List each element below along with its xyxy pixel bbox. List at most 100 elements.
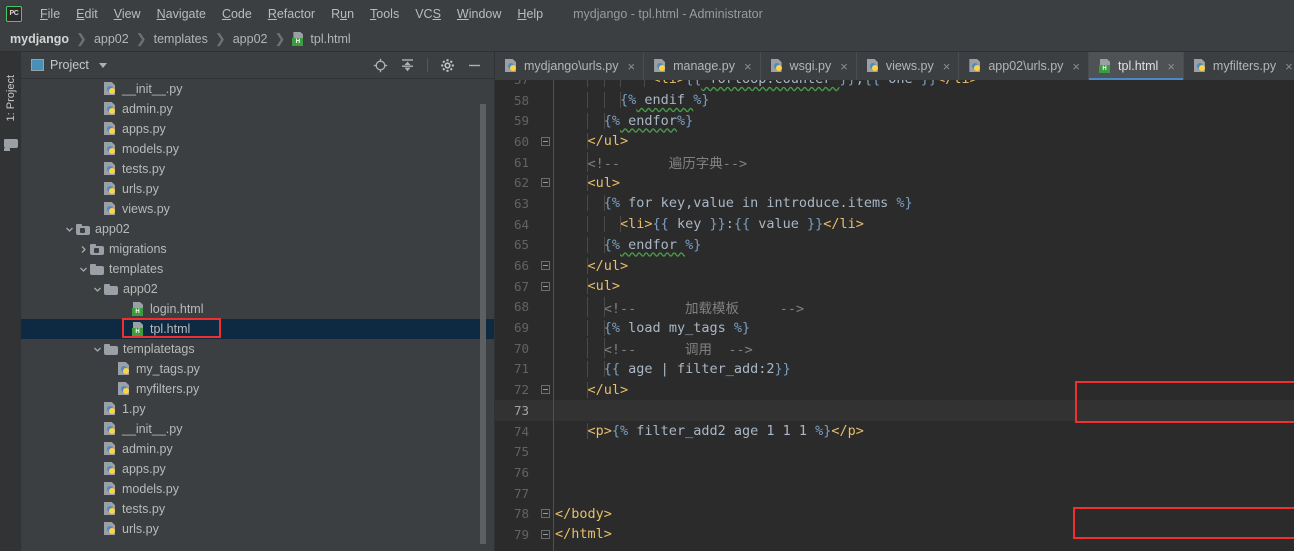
editor-tab-tpl-html[interactable]: Htpl.html ×	[1089, 52, 1184, 80]
breadcrumb-item-app02[interactable]: app02	[94, 32, 129, 46]
tree-item[interactable]: admin.py	[21, 99, 494, 119]
editor-tab-bar[interactable]: mydjango\urls.py × manage.py × wsgi.py × views…	[495, 52, 1294, 80]
chevron-down-icon[interactable]	[98, 62, 107, 68]
fold-gutter[interactable]	[537, 261, 553, 271]
code-line[interactable]: 61 <!-- 遍历字典-->	[495, 152, 1294, 173]
fold-gutter[interactable]	[537, 178, 553, 188]
code-line[interactable]: 70 <!-- 调用 -->	[495, 338, 1294, 359]
fold-end-icon[interactable]	[540, 529, 550, 539]
fold-collapse-icon[interactable]	[540, 178, 550, 188]
editor-tab-app02-urls-py[interactable]: app02\urls.py ×	[959, 52, 1090, 80]
close-icon[interactable]: ×	[1167, 60, 1175, 73]
breadcrumb-item-templates[interactable]: templates	[154, 32, 208, 46]
project-panel-title[interactable]: Project	[31, 58, 107, 72]
fold-gutter[interactable]	[537, 509, 553, 519]
code-line[interactable]: 74 <p>{% filter_add2 age 1 1 1 %}</p>	[495, 421, 1294, 442]
tree-item[interactable]: apps.py	[21, 119, 494, 139]
chevron-down-icon[interactable]	[63, 225, 76, 234]
menu-item-refactor[interactable]: Refactor	[260, 4, 323, 24]
close-icon[interactable]: ×	[628, 60, 636, 73]
fold-end-icon[interactable]	[540, 136, 550, 146]
menu-item-run[interactable]: Run	[323, 4, 362, 24]
close-icon[interactable]: ×	[1285, 60, 1293, 73]
tree-item[interactable]: tests.py	[21, 159, 494, 179]
menu-item-view[interactable]: View	[106, 4, 149, 24]
menu-item-vcs[interactable]: VCS	[407, 4, 449, 24]
tree-item[interactable]: urls.py	[21, 519, 494, 539]
code-line[interactable]: 60 </ul>	[495, 131, 1294, 152]
code-line[interactable]: 65 {% endfor %}	[495, 235, 1294, 256]
fold-end-icon[interactable]	[540, 509, 550, 519]
code-line[interactable]: 59 {% endfor%}	[495, 110, 1294, 131]
tree-item[interactable]: models.py	[21, 139, 494, 159]
tree-item[interactable]: Hlogin.html	[21, 299, 494, 319]
code-line[interactable]: 77	[495, 483, 1294, 504]
tree-item[interactable]: tests.py	[21, 499, 494, 519]
chevron-right-icon[interactable]	[77, 245, 90, 254]
menu-item-file[interactable]: File	[32, 4, 68, 24]
tree-item[interactable]: templatetags	[21, 339, 494, 359]
editor-tab-views-py[interactable]: views.py ×	[857, 52, 960, 80]
chevron-down-icon[interactable]	[91, 345, 104, 354]
tree-item[interactable]: app02	[21, 219, 494, 239]
tree-item[interactable]: templates	[21, 259, 494, 279]
tree-item[interactable]: __init__.py	[21, 79, 494, 99]
menu-item-code[interactable]: Code	[214, 4, 260, 24]
collapse-all-icon[interactable]	[400, 58, 415, 73]
menu-item-tools[interactable]: Tools	[362, 4, 407, 24]
tree-item-selected[interactable]: Htpl.html	[21, 318, 494, 339]
gear-icon[interactable]	[440, 58, 455, 73]
code-line[interactable]: 66 </ul>	[495, 255, 1294, 276]
code-line[interactable]: 75	[495, 441, 1294, 462]
tree-item[interactable]: apps.py	[21, 459, 494, 479]
editor-tab-manage-py[interactable]: manage.py ×	[644, 52, 761, 80]
code-line[interactable]: 63 {% for key,value in introduce.items %…	[495, 193, 1294, 214]
code-line[interactable]: 73	[495, 400, 1294, 421]
code-line[interactable]: 76	[495, 462, 1294, 483]
breadcrumb-item-mydjango[interactable]: mydjango	[10, 32, 69, 46]
tree-item[interactable]: models.py	[21, 479, 494, 499]
scroll-from-source-icon[interactable]	[373, 58, 388, 73]
code-line[interactable]: 69 {% load my_tags %}	[495, 317, 1294, 338]
menu-item-edit[interactable]: Edit	[68, 4, 106, 24]
tree-item[interactable]: views.py	[21, 199, 494, 219]
fold-end-icon[interactable]	[540, 261, 550, 271]
fold-gutter[interactable]	[537, 281, 553, 291]
tree-item[interactable]: myfilters.py	[21, 379, 494, 399]
code-line[interactable]: 71 {{ age | filter_add:2}}	[495, 359, 1294, 380]
code-line[interactable]: 68 <!-- 加载模板 -->	[495, 296, 1294, 318]
fold-gutter[interactable]	[537, 529, 553, 539]
tree-item[interactable]: migrations	[21, 239, 494, 259]
minimize-icon[interactable]	[467, 58, 482, 73]
close-icon[interactable]: ×	[840, 60, 848, 73]
tree-item[interactable]: app02	[21, 279, 494, 299]
code-line[interactable]: 78 </body>	[495, 503, 1294, 524]
menu-item-help[interactable]: Help	[509, 4, 551, 24]
close-icon[interactable]: ×	[744, 60, 752, 73]
fold-gutter[interactable]	[537, 385, 553, 395]
project-tree-scrollbar[interactable]	[480, 104, 486, 544]
tree-item[interactable]: 1.py	[21, 399, 494, 419]
code-editor[interactable]: 57 <li>{{ forloop.counter }},{{ one }}</…	[495, 80, 1294, 551]
menu-item-window[interactable]: Window	[449, 4, 509, 24]
code-line[interactable]: 58 {% endif %}	[495, 90, 1294, 111]
project-tree[interactable]: __init__.py admin.py apps.py models.py tests…	[21, 79, 494, 551]
editor-tab-myfilters-py[interactable]: myfilters.py ×	[1184, 52, 1294, 80]
breadcrumb-file[interactable]: H tpl.html	[292, 32, 351, 46]
chevron-down-icon[interactable]	[77, 265, 90, 274]
fold-collapse-icon[interactable]	[540, 281, 550, 291]
close-icon[interactable]: ×	[943, 60, 951, 73]
breadcrumb-item-app02[interactable]: app02	[233, 32, 268, 46]
code-line[interactable]: 62 <ul>	[495, 172, 1294, 193]
code-line[interactable]: 64 <li>{{ key }}:{{ value }}</li>	[495, 214, 1294, 235]
code-line[interactable]: 57 <li>{{ forloop.counter }},{{ one }}</…	[495, 80, 1294, 90]
tree-item[interactable]: __init__.py	[21, 419, 494, 439]
menu-item-navigate[interactable]: Navigate	[149, 4, 214, 24]
code-line[interactable]: 72 </ul>	[495, 379, 1294, 400]
code-line[interactable]: 67 <ul>	[495, 276, 1294, 297]
tree-item[interactable]: my_tags.py	[21, 359, 494, 379]
chevron-down-icon[interactable]	[91, 285, 104, 294]
tree-item[interactable]: admin.py	[21, 439, 494, 459]
editor-tab-mydjango-urls-py[interactable]: mydjango\urls.py ×	[495, 52, 645, 80]
code-line[interactable]: 79 </html>	[495, 524, 1294, 545]
